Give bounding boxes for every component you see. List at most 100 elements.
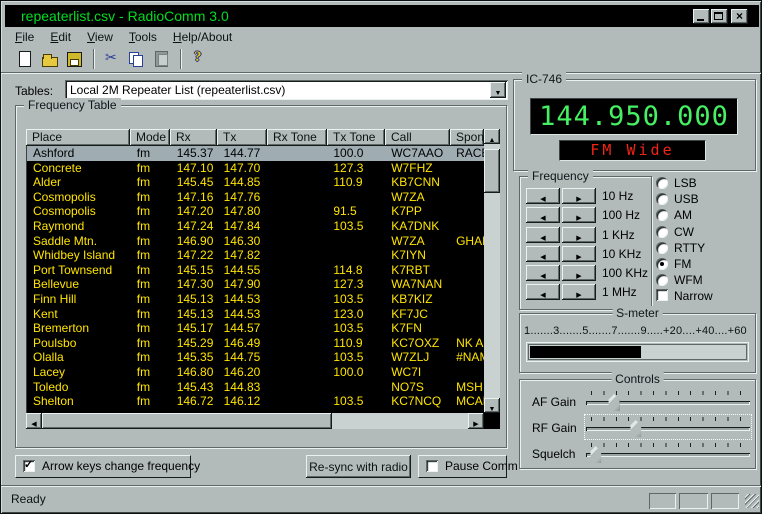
table-row[interactable]: Concrete fm 147.10 147.70 127.3 W7FHZ <box>27 161 484 176</box>
tables-combobox[interactable]: Local 2M Repeater List (repeaterlist.csv… <box>65 80 508 100</box>
mode-radio-am[interactable]: AM <box>656 207 756 223</box>
copy-button[interactable] <box>125 47 149 71</box>
slider-thumb[interactable] <box>590 446 602 463</box>
mode-radio-fm[interactable]: FM <box>656 256 756 272</box>
table-row[interactable]: Port Townsend fm 145.15 144.55 114.8 K7RBT <box>27 263 484 278</box>
freq-step-up-100-hz-button[interactable]: ▶ <box>562 207 596 224</box>
paste-button[interactable] <box>150 47 174 71</box>
freq-step-down-1-khz-button[interactable]: ◀ <box>526 226 560 243</box>
table-row[interactable]: Bremerton fm 145.17 144.57 103.5 K7FN <box>27 321 484 336</box>
table-row[interactable]: Whidbey Island fm 147.22 147.82 K7IYN <box>27 248 484 263</box>
table-row[interactable]: Bellevue fm 147.30 147.90 127.3 WA7NAN <box>27 277 484 292</box>
narrow-checkbox-row[interactable]: Narrow <box>656 289 756 305</box>
menu-view[interactable]: View <box>79 28 121 44</box>
table-row[interactable]: Raymond fm 147.24 147.84 103.5 KA7DNK <box>27 219 484 234</box>
freq-step-down-100-khz-button[interactable]: ◀ <box>526 265 560 282</box>
mode-radio-usb[interactable]: USB <box>656 191 756 207</box>
table-row[interactable]: Kent fm 145.13 144.53 123.0 KF7JC <box>27 307 484 322</box>
table-row[interactable]: Alder fm 145.45 144.85 110.9 KB7CNN <box>27 175 484 190</box>
column-header-sponsor[interactable]: Sponsor <box>450 129 484 146</box>
column-header-place[interactable]: Place <box>26 129 130 146</box>
squelch-slider[interactable] <box>584 440 752 466</box>
scroll-left-button[interactable]: ◀ <box>26 413 42 429</box>
scroll-up-button[interactable]: ▲ <box>484 129 500 144</box>
freq-step-up-100-khz-button[interactable]: ▶ <box>562 265 596 282</box>
table-row[interactable]: Finn Hill fm 145.13 144.53 103.5 KB7KIZ <box>27 292 484 307</box>
horizontal-scroll-thumb[interactable] <box>42 413 332 429</box>
table-cell: 147.20 <box>176 204 214 219</box>
table-row[interactable]: Toledo fm 145.43 144.83 NO7S MSH R <box>27 380 484 395</box>
resize-grip[interactable] <box>745 494 759 508</box>
control-row: RF Gain <box>520 414 755 440</box>
horizontal-scrollbar[interactable]: ◀ ▶ <box>26 413 484 429</box>
minimize-button[interactable] <box>693 9 710 24</box>
arrow-keys-checkbox[interactable] <box>23 458 35 472</box>
column-header-rx[interactable]: Rx <box>170 129 217 146</box>
table-row[interactable]: Saddle Mtn. fm 146.90 146.30 W7ZA GHAR <box>27 234 484 249</box>
table-cell: 144.53 <box>223 306 261 321</box>
vertical-scroll-thumb[interactable] <box>484 149 500 193</box>
slider-thumb[interactable] <box>630 420 642 437</box>
table-cell: Saddle Mtn. <box>33 233 98 248</box>
slider-thumb[interactable] <box>608 394 620 411</box>
control-row: Squelch <box>520 440 755 466</box>
freq-step-down-10-khz-button[interactable]: ◀ <box>526 245 560 262</box>
rf-gain-slider[interactable] <box>584 414 752 440</box>
scroll-right-button[interactable]: ▶ <box>468 413 484 429</box>
mode-radio-rtty[interactable]: RTTY <box>656 240 756 256</box>
freq-step-down-1-mhz-button[interactable]: ◀ <box>526 284 560 301</box>
open-folder-button[interactable] <box>38 47 62 71</box>
cut-button[interactable] <box>100 47 124 71</box>
freq-step-down-100-hz-button[interactable]: ◀ <box>526 207 560 224</box>
frequency-display: 144.950.000 <box>530 98 738 135</box>
pause-comm-option[interactable]: Pause Comm <box>418 455 518 478</box>
mode-radio-wfm[interactable]: WFM <box>656 272 756 288</box>
menu-file[interactable]: File <box>7 28 42 44</box>
table-row[interactable]: Cosmopolis fm 147.20 147.80 91.5 K7PP <box>27 204 484 219</box>
pause-comm-checkbox[interactable] <box>426 460 438 472</box>
menu-tools[interactable]: Tools <box>121 28 165 44</box>
scroll-down-button[interactable]: ▼ <box>484 398 500 413</box>
table-row[interactable]: Olalla fm 145.35 144.75 103.5 W7ZLJ #NAM <box>27 350 484 365</box>
freq-step-up-10-hz-button[interactable]: ▶ <box>562 188 596 204</box>
column-header-call[interactable]: Call <box>385 129 450 146</box>
column-header-tx[interactable]: Tx <box>217 129 267 146</box>
repeater-table: PlaceModeRxTxRx ToneTx ToneCallSponsor A… <box>26 129 500 429</box>
mode-radio-cw[interactable]: CW <box>656 224 756 240</box>
toolbar-separator <box>93 49 95 69</box>
af-gain-slider[interactable] <box>584 388 752 414</box>
table-cell <box>450 292 484 307</box>
save-button[interactable] <box>63 47 87 71</box>
freq-step-up-10-khz-button[interactable]: ▶ <box>562 245 596 262</box>
freq-step-up-1-khz-button[interactable]: ▶ <box>562 226 596 243</box>
new-document-button[interactable] <box>13 47 37 71</box>
table-row[interactable]: Poulsbo fm 145.29 146.49 110.9 KC7OXZ NK AR <box>27 336 484 351</box>
mode-radio-lsb[interactable]: LSB <box>656 175 756 191</box>
arrow-keys-option[interactable]: Arrow keys change frequency <box>15 455 200 478</box>
help-button[interactable] <box>187 47 211 71</box>
table-cell: 91.5 <box>333 204 357 219</box>
combo-dropdown-button[interactable]: ▼ <box>490 82 506 98</box>
column-header-mode[interactable]: Mode <box>130 129 170 146</box>
table-cell: 100.0 <box>333 146 364 160</box>
narrow-checkbox[interactable] <box>656 289 668 301</box>
table-row[interactable]: Ashford fm 145.37 144.77 100.0 WC7AAO RACES <box>27 146 484 161</box>
table-cell: 103.5 <box>333 321 364 336</box>
column-header-tx-tone[interactable]: Tx Tone <box>327 129 385 146</box>
table-row[interactable]: Lacey fm 146.80 146.20 100.0 WC7I <box>27 365 484 380</box>
column-header-rx-tone[interactable]: Rx Tone <box>267 129 327 146</box>
freq-step-up-1-mhz-button[interactable]: ▶ <box>562 284 596 301</box>
table-row[interactable]: Shelton fm 146.72 146.12 103.5 KC7NCQ MCAR <box>27 394 484 409</box>
freq-step-down-10-hz-button[interactable]: ◀ <box>526 188 560 204</box>
table-cell <box>267 234 327 249</box>
close-button[interactable]: × <box>731 9 748 24</box>
menu-help-about[interactable]: Help/About <box>165 28 240 44</box>
maximize-button[interactable] <box>711 9 728 24</box>
vertical-scrollbar[interactable]: ▲ ▼ <box>484 129 500 413</box>
table-cell: 144.83 <box>223 379 261 394</box>
frequency-table-group-label: Frequency Table <box>24 98 121 112</box>
menu-edit[interactable]: Edit <box>42 28 79 44</box>
table-row[interactable]: Cosmopolis fm 147.16 147.76 W7ZA <box>27 190 484 205</box>
table-cell: 127.3 <box>333 160 364 175</box>
resync-button[interactable]: Re-sync with radio <box>306 455 411 478</box>
